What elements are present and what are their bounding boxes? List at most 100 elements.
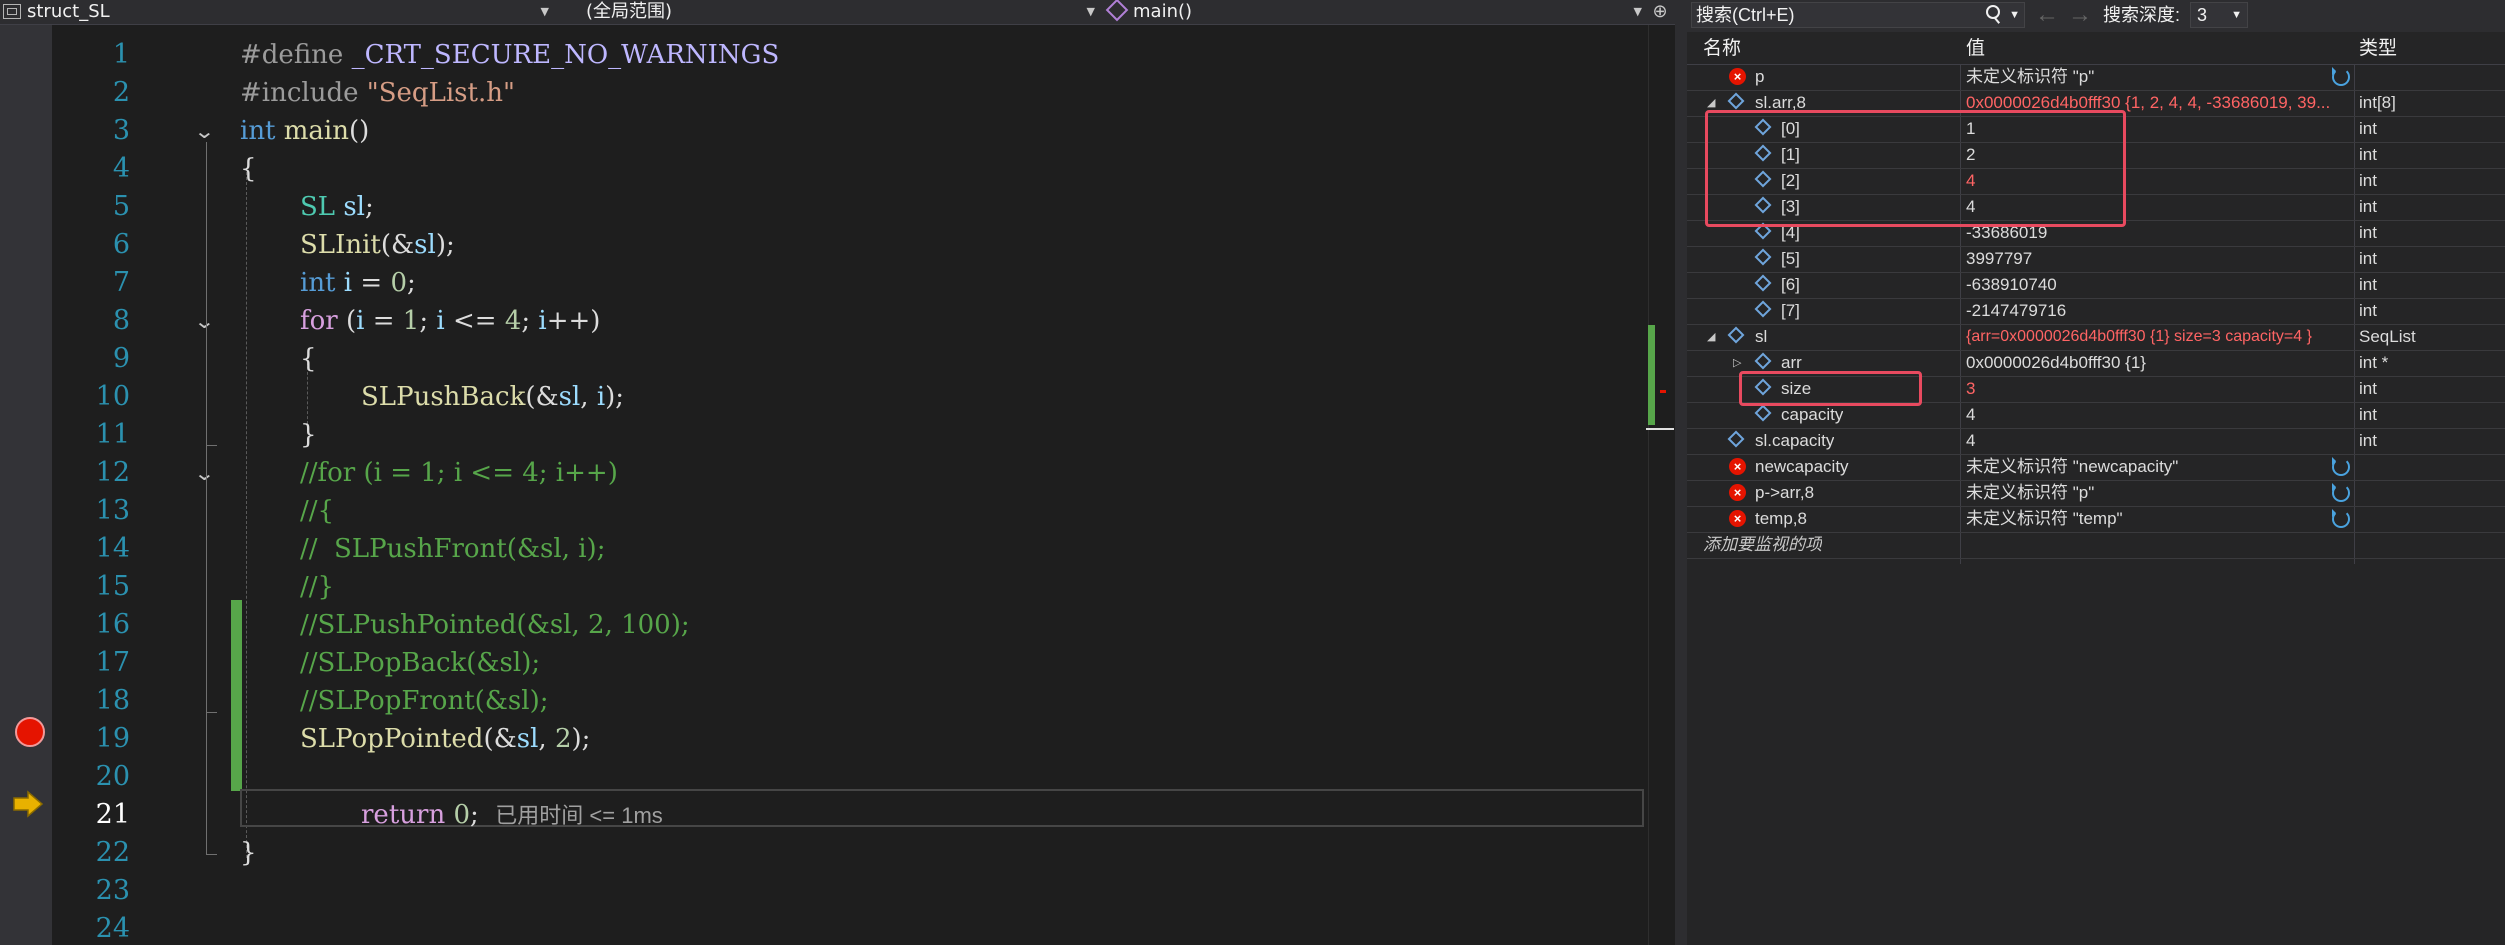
refresh-icon[interactable]	[2332, 509, 2350, 528]
watch-name: sl.capacity	[1755, 431, 1835, 450]
watch-value: 0x0000026d4b0fff30 {1}	[1966, 353, 2146, 372]
error-icon: ×	[1729, 458, 1746, 475]
watch-type: int	[2359, 223, 2377, 242]
line-number-gutter: 1 2 3 4 5 6 7 8 9 10 11 12 13 14 15 16 1…	[52, 25, 242, 945]
watch-value: {arr=0x0000026d4b0fff30 {1} size=3 capac…	[1966, 328, 2312, 345]
line-number: 5	[112, 191, 130, 222]
watch-name: sl	[1755, 327, 1768, 346]
variable-icon	[1727, 92, 1745, 110]
project-name: struct_SL	[27, 1, 110, 22]
watch-row[interactable]: × newcapacity 未定义标识符 "newcapacity"	[1687, 454, 2505, 481]
code-line: }	[240, 838, 257, 868]
column-header-name[interactable]: 名称	[1703, 34, 1741, 64]
chevron-down-icon: ▼	[2231, 9, 2242, 21]
variable-icon	[1727, 430, 1745, 448]
watch-row[interactable]: capacity 4 int	[1687, 402, 2505, 429]
line-number: 12	[95, 457, 130, 488]
scrollbar-caret-marker	[1646, 428, 1674, 430]
watch-row[interactable]: × p->arr,8 未定义标识符 "p"	[1687, 480, 2505, 507]
code-line: int main()	[240, 116, 370, 146]
watch-row[interactable]: sl.capacity 4 int	[1687, 428, 2505, 455]
code-line: SLInit(&sl);	[300, 230, 455, 260]
search-input[interactable]: 搜索(Ctrl+E) ▼	[1691, 2, 2025, 28]
function-dropdown[interactable]: main() ▼	[1105, 0, 1648, 24]
search-icon[interactable]	[1986, 5, 2000, 19]
line-number: 17	[95, 647, 130, 678]
error-icon: ×	[1729, 510, 1746, 527]
watch-type: int	[2359, 249, 2377, 268]
watch-row[interactable]: × p 未定义标识符 "p"	[1687, 64, 2505, 91]
refresh-icon[interactable]	[2332, 67, 2350, 86]
watch-name: [5]	[1781, 249, 1800, 268]
watch-type: int	[2359, 379, 2377, 398]
code-comment: //SLPopFront(&sl);	[300, 686, 549, 716]
code-comment: //SLPopBack(&sl);	[300, 648, 541, 678]
watch-name: temp,8	[1755, 509, 1807, 528]
scope-dropdown[interactable]: (全局范围) ▼	[586, 0, 1101, 24]
project-dropdown[interactable]: struct_SL ▼	[0, 0, 555, 24]
navigation-bar: struct_SL ▼ (全局范围) ▼ main() ▼	[0, 0, 1675, 25]
column-header-value[interactable]: 值	[1966, 34, 1985, 64]
line-number: 11	[95, 419, 130, 450]
code-editor[interactable]: struct_SL ▼ (全局范围) ▼ main() ▼ 1 2 3 4 5 …	[0, 0, 1675, 945]
watch-row[interactable]: [6] -638910740 int	[1687, 272, 2505, 299]
watch-value: 4	[1966, 431, 1976, 450]
line-number-current: 21	[95, 799, 130, 830]
line-number: 9	[112, 343, 130, 374]
breakpoint-icon[interactable]	[15, 717, 45, 747]
code-comment: //}	[300, 572, 335, 602]
pane-divider[interactable]	[1675, 0, 1687, 945]
watch-value: 未定义标识符 "p"	[1966, 67, 2095, 86]
method-icon	[1105, 0, 1129, 22]
split-window-icon[interactable]: ⊕	[1648, 0, 1672, 24]
search-depth-select[interactable]: 3 ▼	[2190, 2, 2248, 28]
elapsed-time-hint: 已用时间 <= 1ms	[495, 803, 663, 828]
watch-name: newcapacity	[1755, 457, 1849, 476]
expanded-triangle-icon[interactable]: ◢	[1707, 324, 1715, 350]
scope-label: (全局范围)	[586, 1, 673, 22]
watch-row[interactable]: ◢ sl {arr=0x0000026d4b0fff30 {1} size=3 …	[1687, 324, 2505, 351]
execution-pointer-icon	[13, 790, 44, 818]
search-forward-arrow-icon[interactable]: →	[2068, 0, 2092, 30]
watch-toolbar: 搜索(Ctrl+E) ▼ ← → 搜索深度: 3 ▼	[1687, 0, 2505, 32]
watch-value: 未定义标识符 "p"	[1966, 483, 2095, 502]
watch-row[interactable]: [7] -2147479716 int	[1687, 298, 2505, 325]
watch-type: int	[2359, 405, 2377, 424]
watch-row[interactable]: [5] 3997797 int	[1687, 246, 2505, 273]
watch-window: 搜索(Ctrl+E) ▼ ← → 搜索深度: 3 ▼ 名称 值 类型 × p 未…	[1687, 0, 2505, 945]
watch-row[interactable]: × temp,8 未定义标识符 "temp"	[1687, 506, 2505, 533]
code-comment: // SLPushFront(&sl, i);	[300, 534, 606, 564]
error-icon: ×	[1729, 68, 1746, 85]
code-line: #define _CRT_SECURE_NO_WARNINGS	[240, 40, 780, 70]
variable-icon	[1754, 300, 1772, 318]
chevron-down-icon: ▼	[1633, 5, 1642, 18]
watch-type: int	[2359, 119, 2377, 138]
search-back-arrow-icon[interactable]: ←	[2035, 0, 2059, 30]
variable-icon	[1754, 404, 1772, 422]
refresh-icon[interactable]	[2332, 457, 2350, 476]
search-depth-label: 搜索深度:	[2103, 5, 2181, 25]
code-area[interactable]: #define _CRT_SECURE_NO_WARNINGS #include…	[240, 25, 1650, 945]
variable-icon	[1754, 274, 1772, 292]
search-depth-value: 3	[2197, 5, 2208, 25]
chevron-down-icon[interactable]: ▼	[2009, 3, 2020, 27]
line-number: 1	[112, 39, 130, 70]
add-watch-row[interactable]: 添加要监视的项	[1687, 532, 2505, 559]
code-line: #include "SeqList.h"	[240, 78, 515, 108]
watch-name: p	[1755, 67, 1765, 86]
vertical-scrollbar[interactable]	[1648, 25, 1673, 945]
line-number: 15	[95, 571, 130, 602]
fold-region-line	[206, 487, 217, 713]
add-watch-item[interactable]: 添加要监视的项	[1703, 532, 1822, 558]
line-number: 13	[95, 495, 130, 526]
code-line: SLPopPointed(&sl, 2);	[300, 724, 591, 754]
chevron-down-icon: ▼	[540, 5, 549, 18]
code-line: SL sl;	[300, 192, 374, 222]
refresh-icon[interactable]	[2332, 483, 2350, 502]
code-line: {	[300, 344, 317, 374]
column-header-type[interactable]: 类型	[2359, 34, 2397, 64]
watch-value: 未定义标识符 "newcapacity"	[1966, 457, 2179, 476]
line-number: 6	[112, 229, 130, 260]
function-label: main()	[1133, 1, 1193, 22]
code-line: {	[240, 154, 257, 184]
